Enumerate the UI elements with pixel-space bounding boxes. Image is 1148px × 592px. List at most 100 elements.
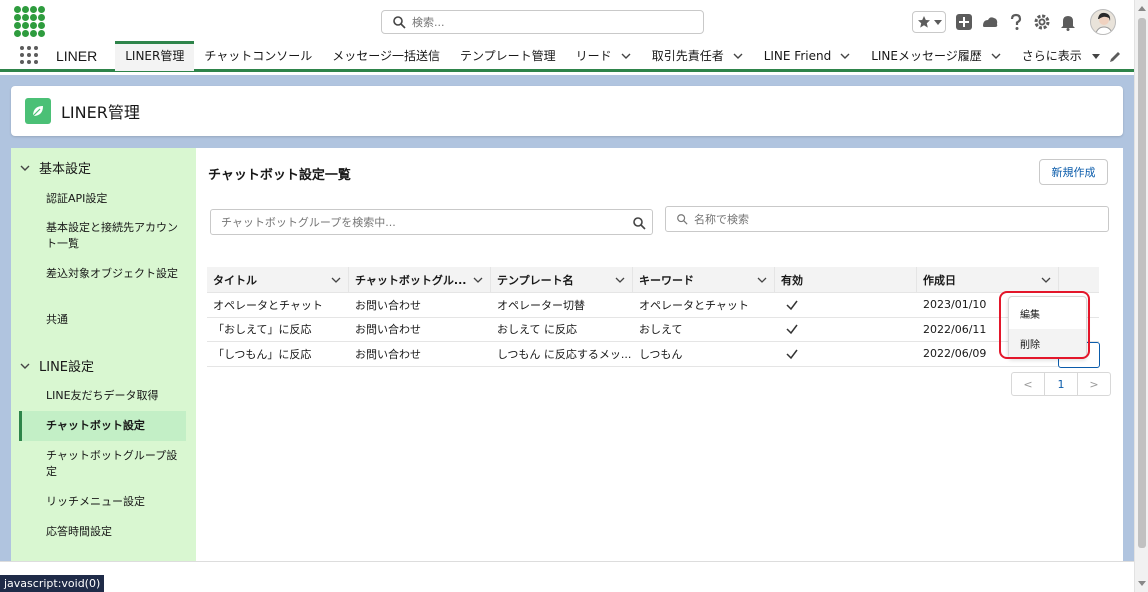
page-number-button[interactable]: 1 <box>1044 372 1078 396</box>
cell-group: お問い合わせ <box>355 323 421 337</box>
chevron-down-icon[interactable] <box>330 274 342 286</box>
name-search-input[interactable] <box>694 212 1094 226</box>
column-header-enabled: 有効 <box>775 267 917 293</box>
scroll-up-arrow-icon[interactable] <box>1138 6 1146 11</box>
favorites-button[interactable] <box>912 11 946 33</box>
cell-enabled <box>775 342 917 366</box>
sidebar-section-line[interactable]: LINE設定 <box>19 356 94 375</box>
app-logo-icon[interactable] <box>14 6 46 38</box>
edit-nav-pencil-icon[interactable] <box>1108 50 1122 64</box>
tab-line-friend[interactable]: LINE Friend <box>754 41 862 71</box>
new-button[interactable]: 新規作成 <box>1039 159 1108 185</box>
check-icon <box>786 324 798 335</box>
cell-group: お問い合わせ <box>355 298 421 312</box>
cell-title[interactable]: オペレータとチャット <box>207 293 349 317</box>
cell-template: おしえて に反応 <box>497 323 577 337</box>
cell-keyword: おしえて <box>639 323 683 337</box>
header-utility-icons <box>912 9 1116 35</box>
sidebar-item-chatbot-settings[interactable]: チャットボット設定 <box>19 411 186 441</box>
cell-title[interactable]: 「おしえて」に反応 <box>207 318 349 342</box>
app-launcher-icon[interactable] <box>20 45 40 66</box>
scrollbar-thumb[interactable] <box>1138 18 1146 548</box>
column-header-created[interactable]: 作成日 <box>917 267 1059 293</box>
sidebar-item-common[interactable]: 共通 <box>46 312 186 328</box>
global-search[interactable] <box>381 10 704 34</box>
tab-line-message-history[interactable]: LINEメッセージ履歴 <box>861 41 1012 71</box>
sidebar-item-basic-accounts[interactable]: 基本設定と接続先アカウント一覧 <box>46 220 186 252</box>
user-avatar[interactable] <box>1090 9 1116 35</box>
column-label: タイトル <box>213 274 257 287</box>
add-icon[interactable] <box>954 12 974 32</box>
pagination: < 1 > <box>1011 372 1111 396</box>
app-nav-bar: LINER LINER管理 チャットコンソール メッセージ一括送信 テンプレート… <box>0 40 1134 72</box>
cell-group: お問い合わせ <box>355 347 421 361</box>
chevron-down-icon[interactable] <box>732 50 744 62</box>
app-name: LINER <box>56 47 98 64</box>
cell-title[interactable]: 「しつもん」に反応 <box>207 342 349 366</box>
panel-title: チャットボット設定一覧 <box>208 168 351 183</box>
column-label: テンプレート名 <box>497 274 574 287</box>
tab-label: リード <box>575 49 612 63</box>
chevron-down-icon[interactable] <box>1040 274 1052 286</box>
page-header-card: LINER管理 <box>11 86 1123 136</box>
sidebar-item-line-friends-fetch[interactable]: LINE友だちデータ取得 <box>46 388 186 404</box>
sidebar-item-rich-menu[interactable]: リッチメニュー設定 <box>46 494 186 510</box>
sidebar-item-auth-api[interactable]: 認証API設定 <box>46 191 186 207</box>
trailhead-icon[interactable] <box>980 12 1000 32</box>
global-header <box>0 0 1134 42</box>
group-search[interactable] <box>210 209 653 235</box>
chevron-down-icon[interactable] <box>614 274 626 286</box>
chevron-down-icon[interactable] <box>839 50 851 62</box>
scroll-down-arrow-icon[interactable] <box>1138 581 1146 586</box>
chevron-down-icon[interactable] <box>990 50 1002 62</box>
column-label: チャットボットグル... <box>355 274 467 287</box>
notification-bell-icon[interactable] <box>1058 12 1078 32</box>
tab-label: LINER管理 <box>125 49 185 63</box>
tab-contacts[interactable]: 取引先責任者 <box>642 41 754 71</box>
group-search-input[interactable] <box>221 215 631 229</box>
table-row[interactable]: 「おしえて」に反応 お問い合わせ おしえて に反応 おしえて 2022/06/1… <box>207 318 1099 342</box>
search-icon[interactable] <box>632 216 646 230</box>
tab-chat-console[interactable]: チャットコンソール <box>194 41 322 71</box>
sidebar-item-chatbot-group[interactable]: チャットボットグループ設定 <box>46 448 186 480</box>
table-row[interactable]: オペレータとチャット お問い合わせ オペレーター切替 オペレータとチャット 20… <box>207 293 1099 318</box>
chevron-down-icon[interactable] <box>472 274 484 286</box>
table-row[interactable]: 「しつもん」に反応 お問い合わせ しつもん に反応するメッ... しつもん 20… <box>207 342 1099 367</box>
column-header-template[interactable]: テンプレート名 <box>491 267 633 293</box>
column-header-keyword[interactable]: キーワード <box>633 267 775 293</box>
tab-leads[interactable]: リード <box>566 41 642 71</box>
cell-template: しつもん に反応するメッ... <box>497 347 632 361</box>
tab-liner-admin[interactable]: LINER管理 <box>115 40 195 71</box>
name-search[interactable] <box>665 206 1109 232</box>
sidebar-section-title: 基本設定 <box>39 162 92 177</box>
caret-down-icon[interactable] <box>1090 50 1102 62</box>
global-search-input[interactable] <box>412 15 692 29</box>
help-icon[interactable] <box>1006 12 1026 32</box>
tab-more[interactable]: さらに表示 <box>1012 41 1112 71</box>
column-header-title[interactable]: タイトル <box>207 267 349 293</box>
sidebar-item-merge-objects[interactable]: 差込対象オブジェクト設定 <box>46 266 186 282</box>
chevron-down-icon <box>20 363 30 369</box>
table-header: タイトル チャットボットグル... テンプレート名 キーワード 有効 作成日 <box>207 267 1099 293</box>
tab-label: テンプレート管理 <box>460 49 556 63</box>
browser-status-bar: javascript:void(0) <box>0 575 105 592</box>
chevron-down-icon[interactable] <box>756 274 768 286</box>
check-icon <box>786 349 798 359</box>
tab-bulk-message[interactable]: メッセージ一括送信 <box>322 41 450 71</box>
settings-sidebar: 基本設定 認証API設定 基本設定と接続先アカウント一覧 差込対象オブジェクト設… <box>11 148 196 561</box>
column-label: 有効 <box>781 274 803 287</box>
tab-label: LINE Friend <box>763 48 832 63</box>
next-page-button[interactable]: > <box>1077 372 1111 396</box>
column-header-group[interactable]: チャットボットグル... <box>349 267 491 293</box>
chevron-down-icon[interactable] <box>620 50 632 62</box>
cell-template: オペレーター切替 <box>497 298 585 312</box>
gear-icon[interactable] <box>1032 12 1052 32</box>
page-scrollbar[interactable] <box>1134 0 1148 592</box>
prev-page-button[interactable]: < <box>1011 372 1045 396</box>
sidebar-item-response-time[interactable]: 応答時間設定 <box>46 524 186 540</box>
column-label: 作成日 <box>923 274 956 287</box>
tab-label: チャットコンソール <box>204 49 313 63</box>
sidebar-section-basic[interactable]: 基本設定 <box>19 158 91 177</box>
tab-template-admin[interactable]: テンプレート管理 <box>450 41 566 71</box>
tab-label: メッセージ一括送信 <box>332 49 441 63</box>
